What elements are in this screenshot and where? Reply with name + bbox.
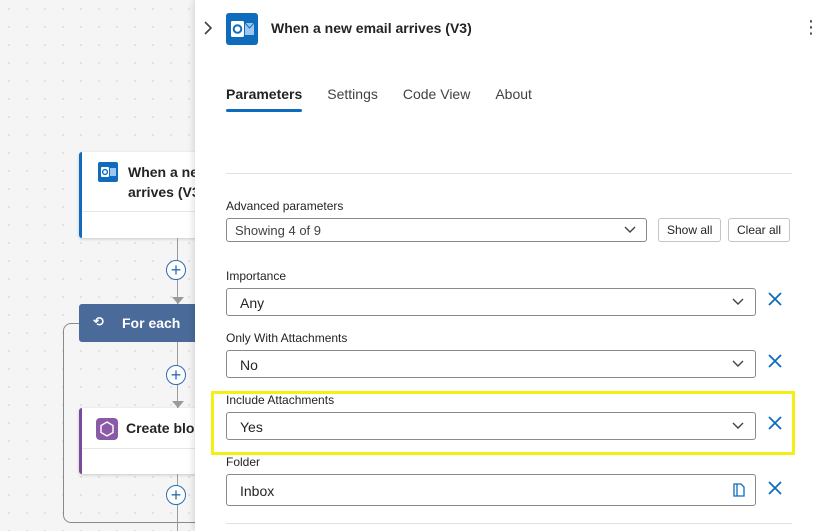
- divider: [226, 173, 792, 174]
- action-details-panel: When a new email arrives (V3) ⋮ Paramete…: [195, 0, 818, 531]
- advanced-parameters-label: Advanced parameters: [226, 199, 344, 213]
- folder-value: Inbox: [240, 483, 275, 499]
- chevron-down-icon: [731, 294, 745, 311]
- outlook-icon: [226, 13, 258, 45]
- foreach-label: For each: [122, 315, 181, 331]
- more-icon[interactable]: ⋮: [802, 17, 818, 38]
- include-attachments-select[interactable]: Yes: [226, 412, 756, 440]
- show-all-button[interactable]: Show all: [658, 218, 722, 242]
- tab-about[interactable]: About: [495, 86, 532, 112]
- advanced-parameters-value: Showing 4 of 9: [235, 223, 322, 238]
- close-icon[interactable]: [767, 291, 783, 312]
- importance-select[interactable]: Any: [226, 288, 756, 316]
- tab-list: Parameters Settings Code View About: [226, 86, 557, 112]
- tab-code-view[interactable]: Code View: [403, 86, 470, 112]
- clear-all-button[interactable]: Clear all: [728, 218, 791, 242]
- only-attachments-select[interactable]: No: [226, 350, 756, 378]
- tab-parameters[interactable]: Parameters: [226, 86, 303, 112]
- create-blob-title: Create blol: [126, 420, 199, 436]
- tab-settings[interactable]: Settings: [327, 86, 378, 112]
- include-attachments-label: Include Attachments: [226, 393, 335, 407]
- panel-title: When a new email arrives (V3): [271, 20, 472, 36]
- chevron-down-icon: [731, 418, 745, 435]
- chevron-down-icon: [624, 223, 636, 238]
- plus-icon: +: [170, 485, 182, 505]
- outlook-icon: [98, 162, 118, 182]
- plus-icon: +: [170, 365, 182, 385]
- add-step-button[interactable]: +: [166, 260, 186, 280]
- arrow-icon: [172, 401, 184, 408]
- advanced-parameters-select[interactable]: Showing 4 of 9: [226, 218, 647, 242]
- blob-icon: [96, 418, 118, 440]
- folder-input[interactable]: Inbox: [226, 474, 756, 506]
- arrow-icon: [172, 297, 184, 304]
- chevron-right-icon[interactable]: [203, 20, 213, 41]
- importance-label: Importance: [226, 269, 287, 283]
- folder-picker-icon[interactable]: [732, 482, 746, 501]
- close-icon[interactable]: [767, 353, 783, 374]
- include-attachments-value: Yes: [240, 419, 263, 435]
- only-attachments-value: No: [240, 357, 258, 373]
- importance-value: Any: [240, 295, 265, 311]
- folder-label: Folder: [226, 455, 261, 469]
- add-step-button[interactable]: +: [166, 365, 186, 385]
- loop-icon: ⟲: [93, 314, 104, 329]
- only-attachments-label: Only With Attachments: [226, 331, 348, 345]
- trigger-card-title: When a ne arrives (V3: [128, 164, 200, 200]
- chevron-down-icon: [731, 356, 745, 373]
- add-step-button[interactable]: +: [166, 485, 186, 505]
- plus-icon: +: [170, 260, 182, 280]
- close-icon[interactable]: [767, 480, 783, 501]
- close-icon[interactable]: [767, 415, 783, 436]
- divider: [226, 523, 792, 524]
